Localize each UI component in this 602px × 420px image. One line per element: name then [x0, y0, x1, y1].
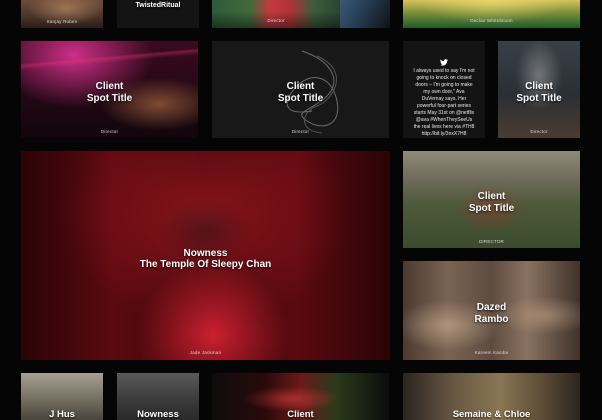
portfolio-tile-tweet[interactable]: I always used to say I'm not going to kn…: [403, 41, 485, 138]
tile-title: TwistedRitual: [135, 2, 181, 9]
tile-title: Client: [287, 409, 314, 420]
tile-client: Client: [477, 191, 506, 202]
portfolio-tile-top-4[interactable]: [340, 0, 390, 28]
portfolio-tile-top-1[interactable]: Sanjay Ruben: [21, 0, 103, 28]
tile-title: Nowness: [137, 409, 179, 420]
tile-director: Jade Jackman: [189, 350, 222, 355]
tile-spot-title: Spot Title: [277, 93, 324, 104]
portfolio-tile-client-spot-4[interactable]: Client Spot Title DIRECTOR: [403, 151, 580, 248]
tile-director: Director: [267, 18, 285, 23]
portfolio-tile-dazed-rambo[interactable]: Dazed Rambo Kareem Kambe: [403, 261, 580, 360]
tile-spot-title: Rambo: [474, 314, 509, 325]
portfolio-tile-semaine-chloe[interactable]: Semaine & Chloe: [403, 373, 580, 420]
tile-client: Dazed: [476, 302, 507, 313]
portfolio-tile-nowness[interactable]: Nowness: [117, 373, 199, 420]
portfolio-tile-top-5[interactable]: Declan Whitebloom: [403, 0, 580, 28]
portfolio-tile-client-spot-1[interactable]: Client Spot Title Director: [21, 41, 198, 138]
portfolio-tile-top-2[interactable]: TwistedRitual: [117, 0, 199, 28]
tile-spot-title: The Temple Of Sleepy Chan: [139, 259, 272, 270]
portfolio-tile-client-spot-3[interactable]: Client Spot Title Director: [498, 41, 580, 138]
portfolio-tile-client-bottom[interactable]: Client: [212, 373, 389, 420]
tile-director: Director: [530, 129, 548, 134]
portfolio-tile-j-hus[interactable]: J Hus: [21, 373, 103, 420]
portfolio-tile-client-spot-2[interactable]: Client Spot Title Director: [212, 41, 389, 138]
tile-director: Kareem Kambe: [474, 350, 509, 355]
tile-spot-title: Spot Title: [516, 93, 562, 104]
tile-director: Director: [100, 129, 119, 134]
portfolio-tile-top-3[interactable]: Director: [212, 0, 340, 28]
tile-director: Declan Whitebloom: [470, 18, 513, 23]
tile-title: J Hus: [49, 409, 75, 420]
tile-spot-title: Spot Title: [468, 203, 515, 214]
tweet-text: I always used to say I'm not going to kn…: [413, 68, 475, 137]
tile-director: Director: [291, 129, 310, 134]
portfolio-tile-featured[interactable]: Nowness The Temple Of Sleepy Chan Jade J…: [21, 151, 390, 360]
tile-client: Client: [95, 81, 124, 92]
tile-director: DIRECTOR: [478, 239, 505, 244]
tile-client: Client: [286, 81, 315, 92]
tile-spot-title: Spot Title: [86, 93, 133, 104]
tile-client: Client: [525, 81, 553, 92]
tile-director: Sanjay Ruben: [46, 19, 78, 24]
tile-title: Semaine & Chloe: [452, 409, 531, 420]
